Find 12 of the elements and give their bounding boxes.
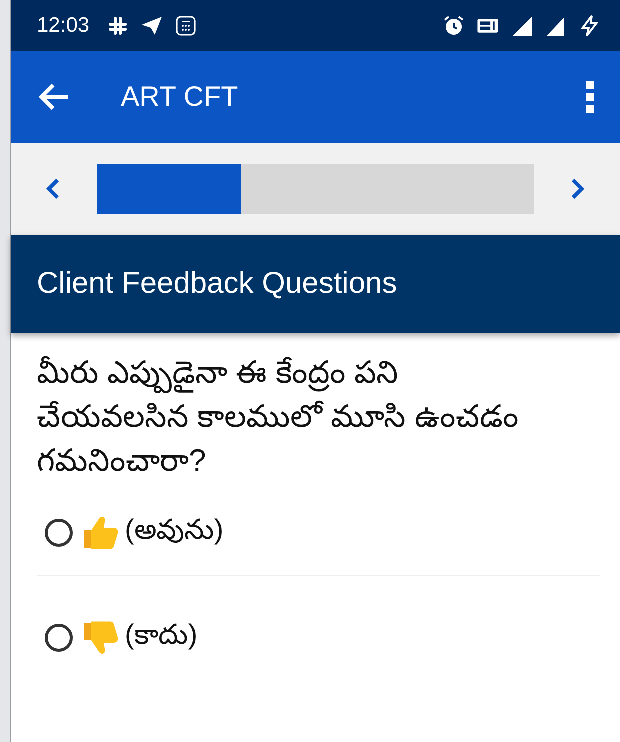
section-title: Client Feedback Questions [37,267,398,301]
radio-button[interactable] [45,624,73,652]
bolt-icon [578,14,602,38]
alarm-icon [442,14,466,38]
question-text: మీరు ఎప్పుడైనా ఈ కేంద్రం పని చేయవలసిన కాలములో మూసి ఉంచడం గమనించారా? [37,354,520,480]
calculator-icon [174,14,198,38]
radio-button[interactable] [45,519,73,547]
option-label[interactable]: (అవును) [125,514,224,552]
status-time: 12:03 [37,14,90,38]
more-menu-button[interactable] [584,79,596,115]
option-label[interactable]: (కాదు) [125,618,198,658]
app-title: ART CFT [121,81,240,113]
